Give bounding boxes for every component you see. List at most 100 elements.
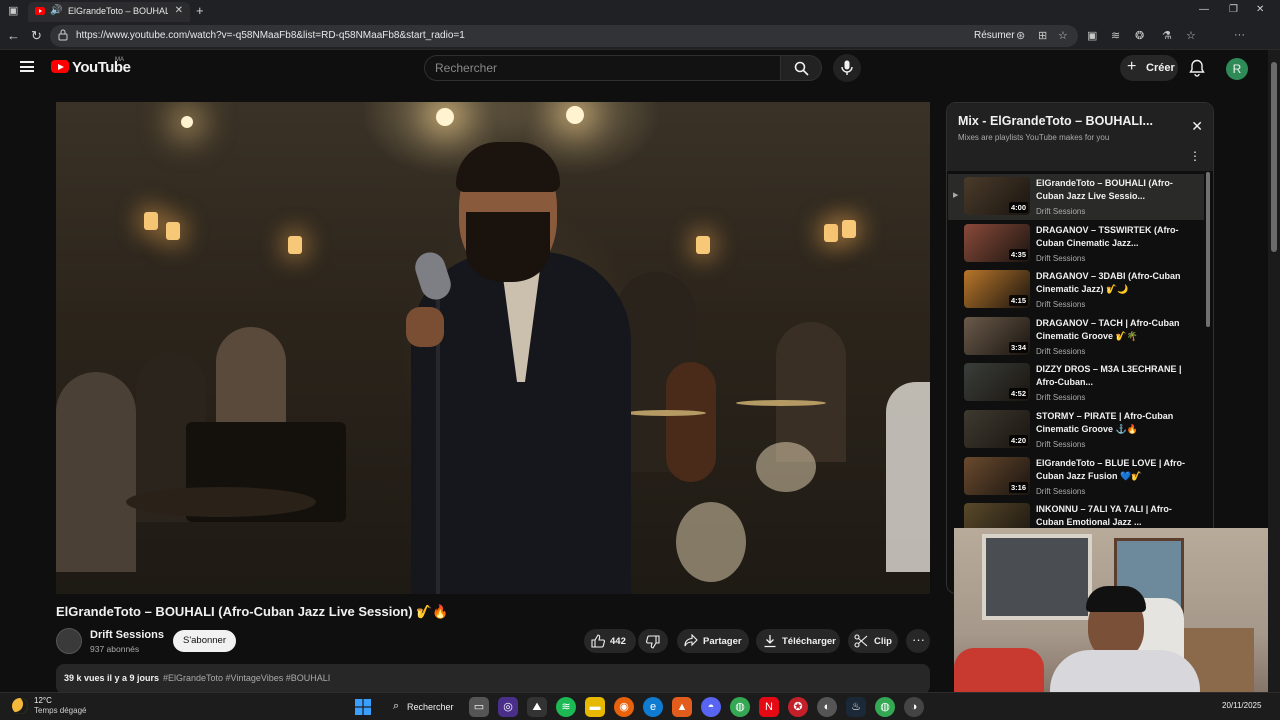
app-icon[interactable]: ✪ — [788, 697, 808, 717]
notifications-bell-icon[interactable] — [1189, 59, 1205, 77]
task-view-icon[interactable]: ▭ — [469, 697, 489, 717]
taskbar-search[interactable]: ⌕ Rechercher — [385, 696, 461, 718]
video-duration: 3:34 — [1008, 341, 1028, 353]
weather-moon-icon[interactable] — [12, 698, 28, 714]
more-menu-icon[interactable]: ··· — [1234, 29, 1245, 41]
browser-tab[interactable]: 🔊 ElGrandeToto – BOUHALI (Af ✕ — [28, 2, 190, 22]
pianist-figure — [216, 327, 286, 437]
share-button[interactable]: Partager — [677, 629, 749, 653]
download-button[interactable]: Télécharger — [756, 629, 840, 653]
back-icon[interactable]: ← — [7, 28, 20, 43]
file-explorer-icon[interactable]: ▬ — [585, 697, 605, 717]
clip-button[interactable]: Clip — [848, 629, 898, 653]
playlist-item-title[interactable]: INKONNU – 7ALI YA 7ALI | Afro-Cuban Emot… — [1036, 503, 1186, 529]
app-icon[interactable]: ◐ — [817, 697, 837, 717]
new-tab-button[interactable]: + — [196, 3, 204, 18]
maximize-icon[interactable]: ❐ — [1229, 4, 1238, 15]
spotify-icon[interactable]: ≋ — [556, 697, 576, 717]
playlist-item[interactable]: 3:34 DRAGANOV – TACH | Afro-Cuban Cinemat… — [948, 314, 1204, 360]
playlist-thumbnail[interactable]: 4:00 — [964, 177, 1030, 215]
playlist-thumbnail[interactable]: 4:52 — [964, 363, 1030, 402]
playlist-thumbnail[interactable]: 3:16 — [964, 456, 1030, 495]
speaker-icon[interactable]: 🔊 — [50, 5, 62, 16]
playlist-title[interactable]: Mix - ElGrandeToto – BOUHALI... — [958, 114, 1178, 128]
chrome-icon[interactable]: ◍ — [730, 697, 750, 717]
app-icon[interactable]: ⛰ — [527, 697, 547, 717]
edge-icon[interactable]: e — [643, 697, 663, 717]
apps-icon[interactable]: ⊞ — [1038, 29, 1047, 42]
menu-icon[interactable] — [20, 61, 34, 72]
playlist-thumbnail[interactable]: 4:20 — [964, 410, 1030, 448]
search-button[interactable] — [780, 55, 822, 81]
playlist-thumbnail[interactable]: 4:35 — [964, 223, 1030, 262]
extension-wave-icon[interactable]: ≋ — [1111, 29, 1120, 42]
tab-actions-icon[interactable]: ▣ — [8, 4, 18, 17]
playlist-item[interactable]: 4:20 STORMY – PIRATE | Afro-Cuban Cinemat… — [948, 407, 1204, 453]
views-and-date: 39 k vues il y a 9 jours — [64, 673, 160, 683]
favorite-star-icon[interactable]: ☆ — [1058, 29, 1068, 42]
extension-puzzle-icon[interactable]: ❂ — [1135, 29, 1144, 42]
temperature[interactable]: 12°C — [34, 696, 52, 705]
url-text[interactable]: https://www.youtube.com/watch?v=-q58NMaa… — [76, 30, 465, 41]
playlist-item-title[interactable]: DRAGANOV – TACH | Afro-Cuban Cinematic G… — [1036, 317, 1186, 343]
taskbar-date[interactable]: 20/11/2025 — [1222, 701, 1261, 710]
playlist-item-title[interactable]: STORMY – PIRATE | Afro-Cuban Cinematic G… — [1036, 410, 1186, 436]
playlist-scrollbar[interactable] — [1206, 172, 1210, 327]
hashtags[interactable]: #ElGrandeToto #VintageVibes #BOUHALI — [163, 673, 330, 683]
playlist-item-title[interactable]: DRAGANOV – TSSWIRTEK (Afro-Cuban Cinemat… — [1036, 224, 1186, 250]
discord-icon[interactable]: ◓ — [701, 697, 721, 717]
close-tab-icon[interactable]: ✕ — [175, 5, 183, 16]
channel-name[interactable]: Drift Sessions — [90, 629, 164, 641]
minimize-icon[interactable]: — — [1199, 4, 1209, 15]
playlist-item[interactable]: 3:16 ElGrandeToto – BLUE LOVE | Afro-Cuba… — [948, 454, 1204, 500]
playlist-item[interactable]: 4:15 DRAGANOV – 3DABI (Afro-Cuban Cinemat… — [948, 267, 1204, 313]
create-button[interactable]: + Créer — [1120, 55, 1178, 81]
reader-icon[interactable]: ⊛ — [1016, 29, 1025, 42]
channel-avatar[interactable] — [56, 628, 82, 654]
playlist-item-title[interactable]: ElGrandeToto – BOUHALI (Afro-Cuban Jazz … — [1036, 177, 1186, 203]
close-window-icon[interactable]: ✕ — [1256, 4, 1264, 15]
app-icon[interactable]: ▲ — [672, 697, 692, 717]
playlist-item[interactable]: ▶ 4:00 ElGrandeToto – BOUHALI (Afro-Cuban … — [948, 174, 1204, 220]
reload-icon[interactable]: ↻ — [31, 28, 42, 44]
chrome-icon[interactable]: ◍ — [875, 697, 895, 717]
close-playlist-icon[interactable]: ✕ — [1191, 118, 1203, 135]
windows-start-icon[interactable] — [355, 699, 371, 715]
favorites-icon[interactable]: ☆ — [1186, 29, 1196, 42]
playlist-item[interactable]: 4:35 DRAGANOV – TSSWIRTEK (Afro-Cuban Cin… — [948, 221, 1204, 267]
youtube-logo-icon[interactable] — [51, 60, 69, 73]
video-player[interactable] — [56, 102, 930, 594]
video-duration: 4:35 — [1008, 248, 1028, 260]
like-count: 442 — [610, 636, 626, 647]
lock-icon[interactable] — [58, 29, 68, 41]
netflix-icon[interactable]: N — [759, 697, 779, 717]
microphone-icon — [841, 60, 853, 75]
playlist-item-title[interactable]: ElGrandeToto – BLUE LOVE | Afro-Cuban Ja… — [1036, 457, 1186, 483]
like-button[interactable]: 442 — [584, 629, 636, 653]
steam-icon[interactable]: ♨ — [846, 697, 866, 717]
weather-description[interactable]: Temps dégagé — [34, 706, 86, 715]
extension-flask-icon[interactable]: ⚗ — [1162, 29, 1172, 42]
playlist-item-title[interactable]: DIZZY DROS – M3A L3ECHRANE | Afro-Cuban.… — [1036, 363, 1186, 389]
app-icon[interactable]: ◑ — [904, 697, 924, 717]
description-box[interactable]: 39 k vues il y a 9 jours #ElGrandeToto #… — [56, 664, 930, 694]
url-bar[interactable]: https://www.youtube.com/watch?v=-q58NMaa… — [50, 25, 1078, 47]
playlist-thumbnail[interactable]: 4:15 — [964, 270, 1030, 309]
subscribe-button[interactable]: S'abonner — [173, 630, 236, 652]
summarize-button[interactable]: Résumer — [974, 30, 1015, 41]
firefox-icon[interactable]: ◉ — [614, 697, 634, 717]
extension-icon[interactable]: ▣ — [1087, 29, 1097, 42]
playlist-thumbnail[interactable]: 3:34 — [964, 316, 1030, 355]
more-actions-button[interactable]: ··· — [906, 629, 930, 653]
search-box[interactable] — [424, 55, 781, 81]
playlist-more-icon[interactable]: ⋮ — [1189, 149, 1201, 163]
voice-search-button[interactable] — [833, 54, 861, 82]
dislike-button[interactable] — [638, 629, 668, 653]
app-icon[interactable]: ◎ — [498, 697, 518, 717]
search-input[interactable] — [435, 61, 765, 75]
playlist-item[interactable]: 4:52 DIZZY DROS – M3A L3ECHRANE | Afro-Cu… — [948, 360, 1204, 406]
playlist-item-title[interactable]: DRAGANOV – 3DABI (Afro-Cuban Cinematic J… — [1036, 270, 1186, 296]
account-avatar[interactable]: R — [1226, 58, 1248, 80]
page-scrollbar-thumb[interactable] — [1271, 62, 1277, 252]
page-scrollbar[interactable] — [1268, 50, 1280, 692]
